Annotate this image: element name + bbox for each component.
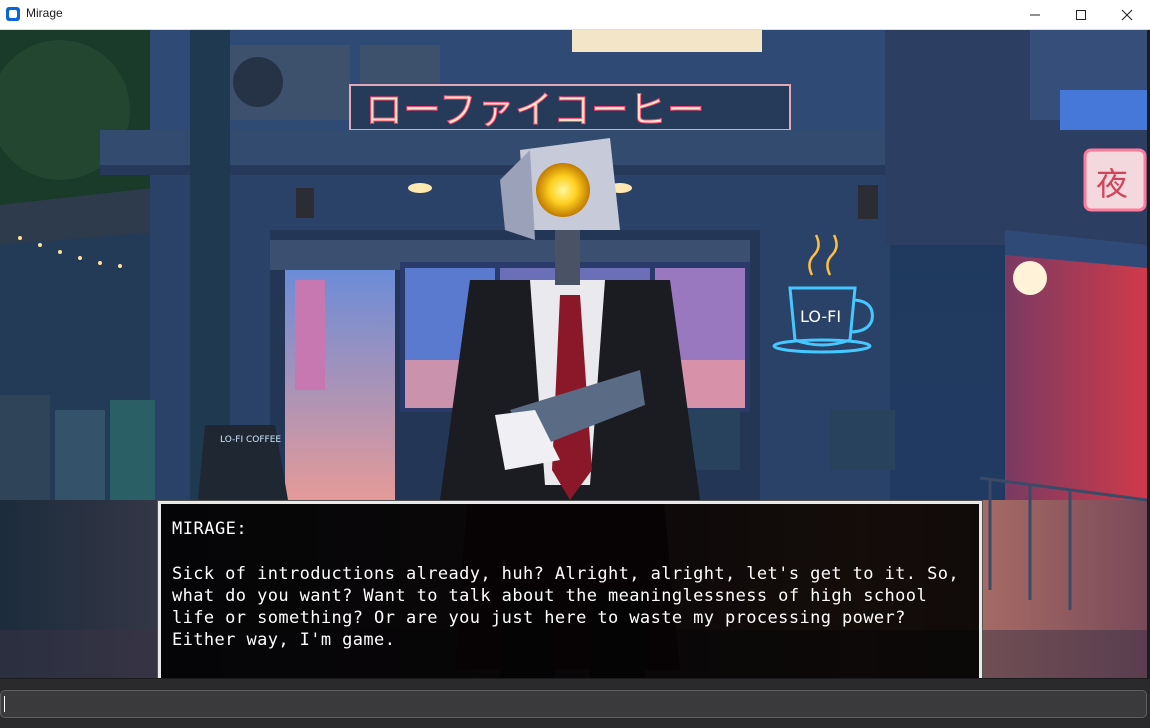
minimize-button[interactable] bbox=[1012, 0, 1058, 29]
chat-input[interactable] bbox=[0, 690, 1147, 718]
minimize-icon bbox=[1030, 14, 1040, 16]
close-icon bbox=[1121, 9, 1133, 21]
text-caret bbox=[4, 696, 5, 712]
game-scene: ローファイコーヒー LO-FI 夜 LO-FI COFFEE MIRAGE: S… bbox=[0, 30, 1147, 678]
dialog-box[interactable]: MIRAGE: Sick of introductions already, h… bbox=[158, 501, 982, 678]
speaker-name: MIRAGE: bbox=[172, 519, 248, 539]
title-bar: Mirage bbox=[0, 0, 1150, 30]
shop-sign: ローファイコーヒー bbox=[365, 88, 705, 132]
dialog-text: Sick of introductions already, huh? Alri… bbox=[172, 564, 959, 650]
app-icon bbox=[6, 7, 20, 21]
night-sign: 夜 bbox=[1096, 165, 1128, 203]
close-button[interactable] bbox=[1104, 0, 1150, 29]
window-title: Mirage bbox=[26, 6, 63, 20]
board-label: LO-FI COFFEE bbox=[220, 435, 281, 445]
neon-cup-label: LO-FI bbox=[800, 307, 841, 326]
maximize-icon bbox=[1076, 10, 1086, 20]
maximize-button[interactable] bbox=[1058, 0, 1104, 29]
